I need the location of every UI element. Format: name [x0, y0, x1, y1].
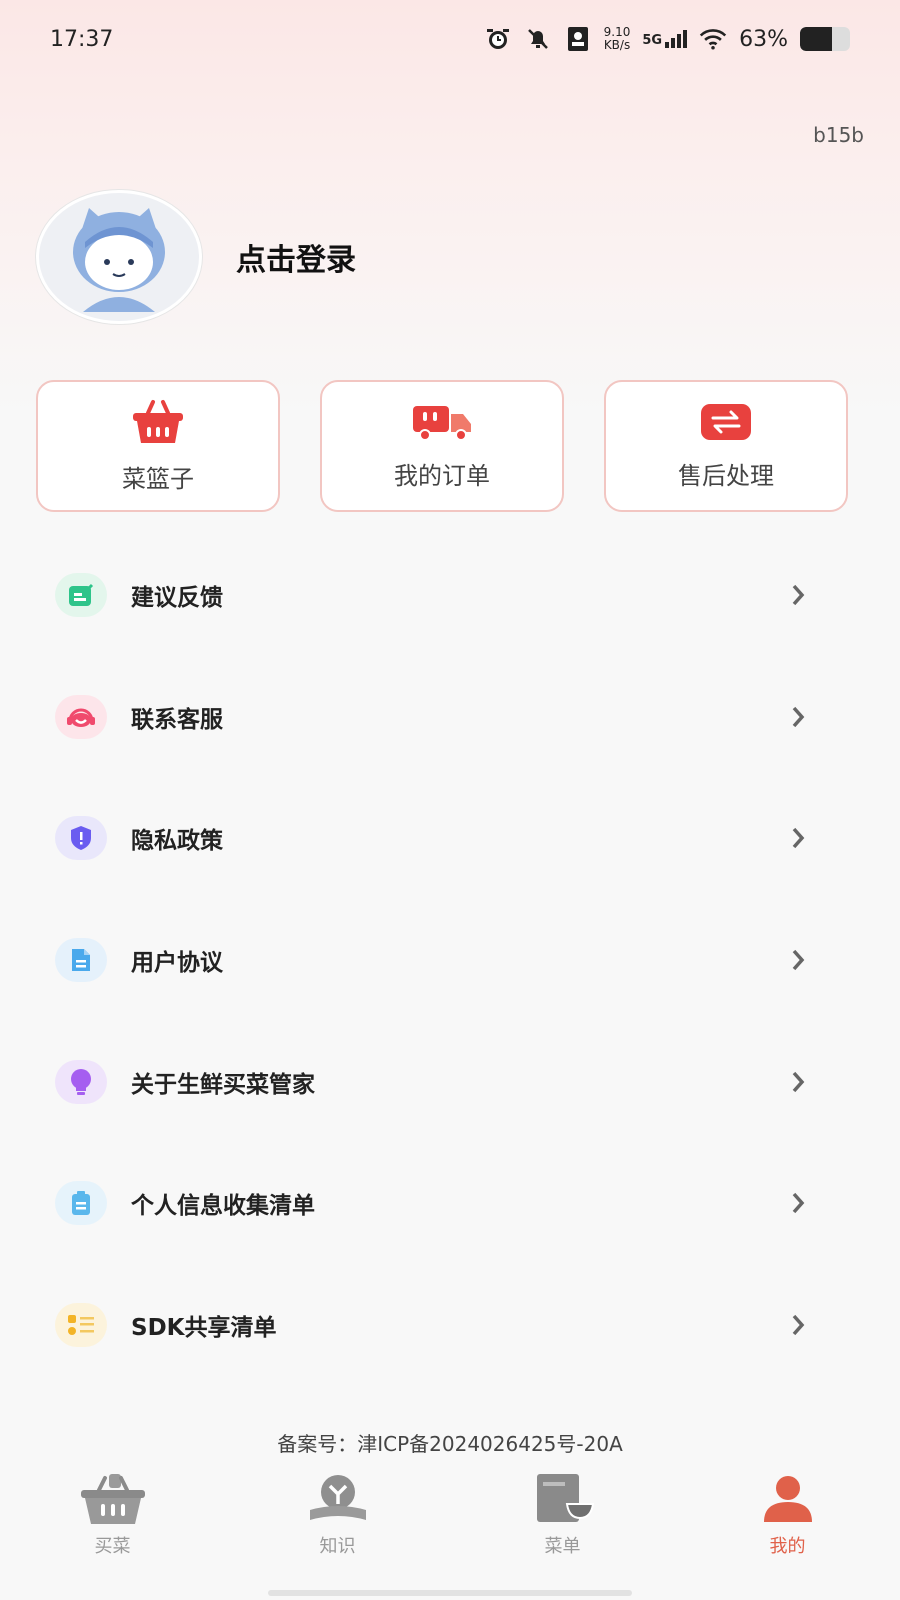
- menu-item-customer-service[interactable]: 联系客服: [0, 656, 900, 778]
- quick-actions: 菜篮子 我的订单 售后处理: [36, 380, 848, 512]
- version-label: b15b: [813, 123, 864, 147]
- login-link[interactable]: 点击登录: [236, 235, 356, 279]
- contact-card-icon: [564, 25, 592, 53]
- tab-mine[interactable]: 我的: [675, 1466, 900, 1600]
- menu-label-customer-service: 联系客服: [131, 706, 223, 733]
- orders-button[interactable]: 我的订单: [320, 380, 564, 512]
- bottom-tabbar: 买菜 知识 菜单 我的: [0, 1466, 900, 1600]
- menu-label-personal-info: 个人信息收集清单: [131, 1193, 315, 1220]
- net-speed: 9.10 KB/s: [604, 26, 631, 52]
- tab-menu[interactable]: 菜单: [450, 1466, 675, 1600]
- avatar[interactable]: [36, 190, 202, 324]
- chevron-right-icon: [786, 948, 810, 972]
- avatar-placeholder-icon: [73, 208, 165, 312]
- menu-item-user-agreement[interactable]: 用户协议: [0, 899, 900, 1021]
- settings-menu: 建议反馈 联系客服 隐私政策 用户协议 关于生鲜买菜管家 个人信息收集清单 SD…: [0, 534, 900, 1386]
- basket-button[interactable]: 菜篮子: [36, 380, 280, 512]
- menu-label-feedback: 建议反馈: [131, 584, 223, 611]
- clipboard-icon: [55, 1181, 107, 1226]
- alarm-icon: [484, 25, 512, 53]
- shield-icon: [55, 816, 107, 861]
- tab-label: 买菜: [94, 1536, 131, 1557]
- status-time: 17:37: [50, 26, 114, 52]
- wifi-icon: [699, 25, 727, 53]
- mute-bell-icon: [524, 25, 552, 53]
- market-basket-icon: [80, 1474, 145, 1524]
- chevron-right-icon: [786, 583, 810, 607]
- chevron-right-icon: [786, 1191, 810, 1215]
- knowledge-icon: [309, 1475, 366, 1520]
- icp-record[interactable]: 备案号：津ICP备2024026425号-20A: [0, 1428, 900, 1457]
- truck-icon: [413, 405, 471, 441]
- menu-item-feedback[interactable]: 建议反馈: [0, 534, 900, 656]
- menu-item-privacy[interactable]: 隐私政策: [0, 777, 900, 899]
- battery-text: 63%: [739, 26, 788, 52]
- chevron-right-icon: [786, 1313, 810, 1337]
- net-speed-unit: KB/s: [603, 38, 631, 52]
- network-type: 5G: [642, 30, 688, 48]
- document-icon: [55, 937, 107, 982]
- chevron-right-icon: [786, 705, 810, 729]
- basket-label: 菜篮子: [122, 464, 194, 493]
- tab-label: 菜单: [544, 1536, 581, 1557]
- battery-icon: [800, 27, 850, 51]
- tab-label: 知识: [319, 1536, 356, 1557]
- chevron-right-icon: [786, 826, 810, 850]
- signal-icon: [665, 30, 688, 48]
- chevron-right-icon: [786, 1070, 810, 1094]
- menu-item-personal-info[interactable]: 个人信息收集清单: [0, 1142, 900, 1264]
- menu-label-user-agreement: 用户协议: [131, 949, 223, 976]
- menu-item-about[interactable]: 关于生鲜买菜管家: [0, 1021, 900, 1143]
- battery-level: [800, 27, 832, 51]
- after-sales-button[interactable]: 售后处理: [604, 380, 848, 512]
- status-icons: 9.10 KB/s 5G 63%: [484, 25, 850, 53]
- after-sales-label: 售后处理: [678, 461, 774, 490]
- exchange-icon: [701, 403, 751, 440]
- feedback-icon: [55, 572, 107, 617]
- person-icon: [763, 1476, 812, 1522]
- menu-label-about: 关于生鲜买菜管家: [131, 1071, 315, 1098]
- menu-book-icon: [536, 1474, 594, 1522]
- status-bar: 17:37 9.10 KB/s 5G 63%: [0, 0, 900, 78]
- menu-label-privacy: 隐私政策: [131, 828, 223, 855]
- tab-knowledge[interactable]: 知识: [225, 1466, 450, 1600]
- profile-section[interactable]: 点击登录: [36, 190, 356, 324]
- home-indicator[interactable]: [268, 1590, 632, 1596]
- orders-label: 我的订单: [394, 461, 490, 490]
- menu-item-sdk-list[interactable]: SDK共享清单: [0, 1264, 900, 1386]
- list-icon: [55, 1302, 107, 1347]
- tab-buy-vegetables[interactable]: 买菜: [0, 1466, 225, 1600]
- tab-label: 我的: [769, 1536, 806, 1557]
- basket-icon: [133, 399, 183, 443]
- lightbulb-icon: [55, 1059, 107, 1104]
- headset-icon: [55, 694, 107, 739]
- menu-label-sdk-list: SDK共享清单: [131, 1314, 277, 1341]
